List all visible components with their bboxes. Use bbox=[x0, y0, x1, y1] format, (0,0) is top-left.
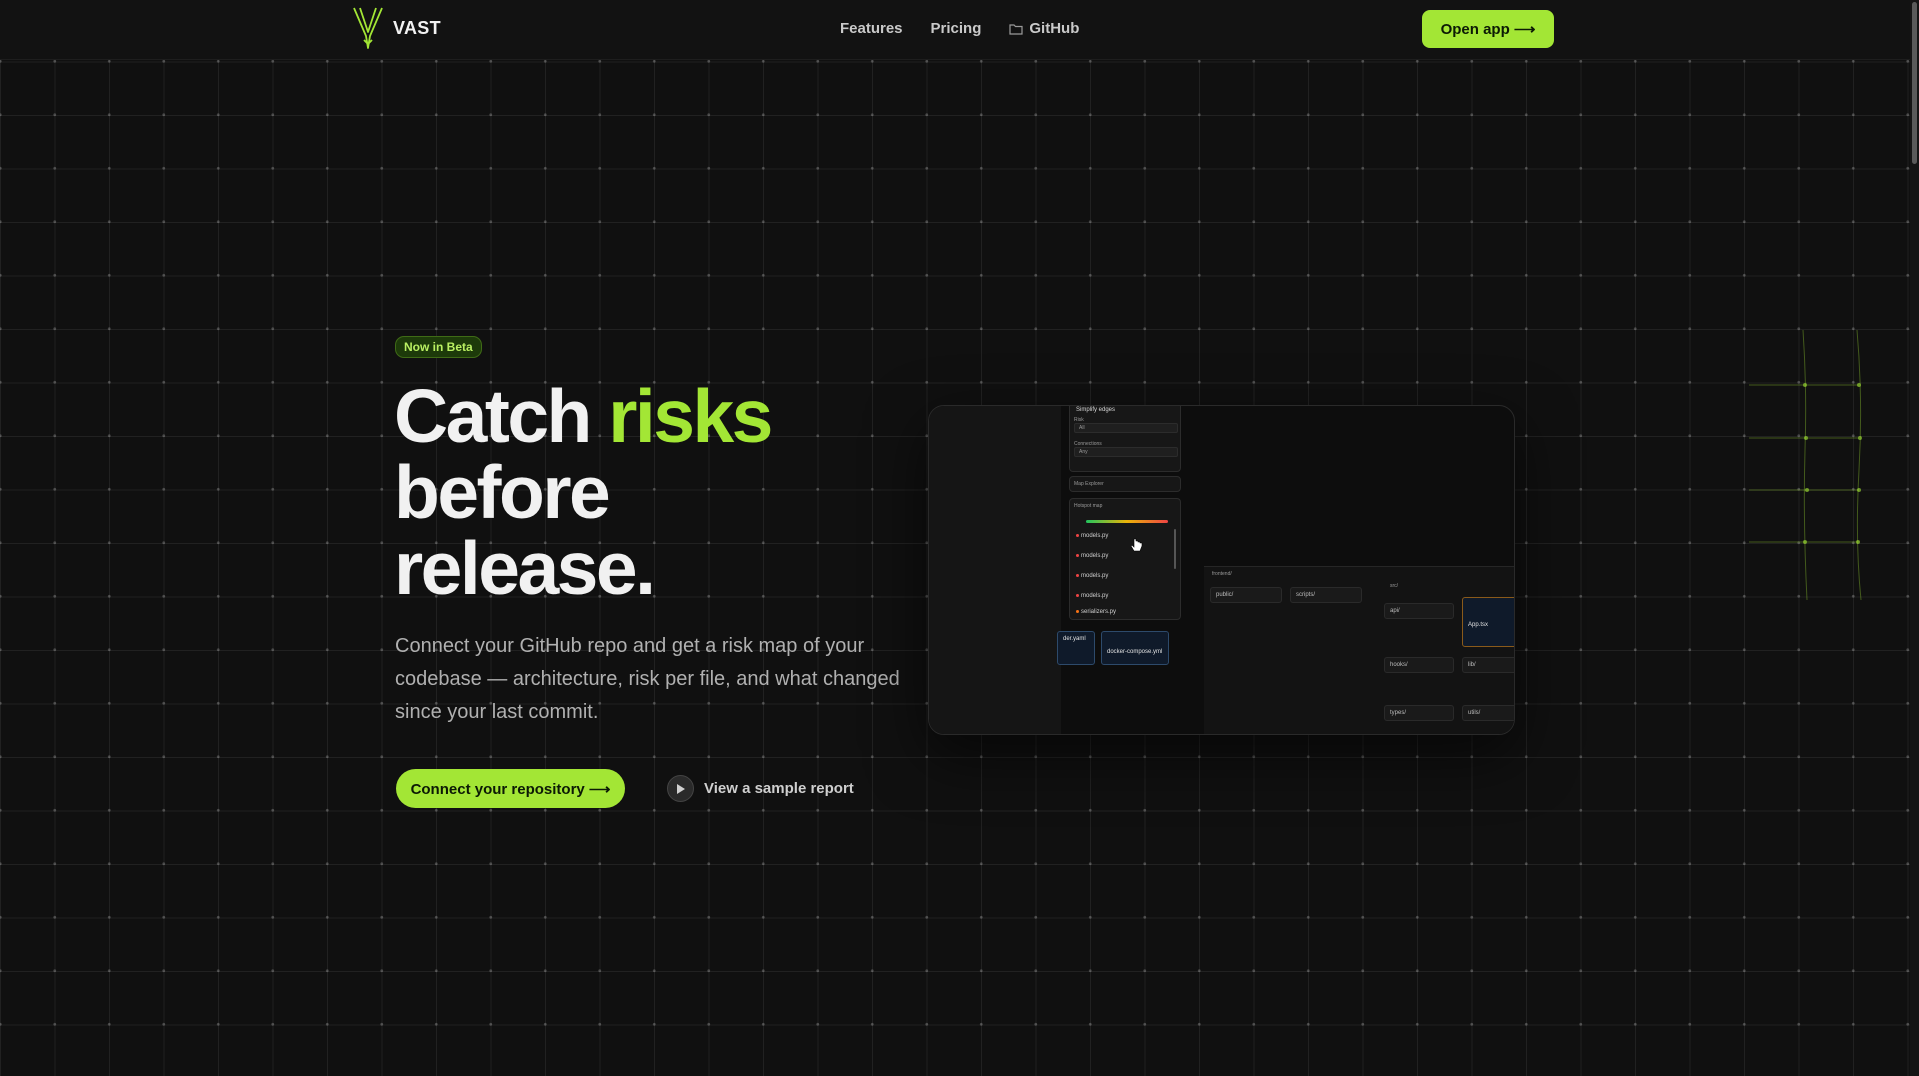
view-sample-report-link[interactable]: View a sample report bbox=[667, 775, 854, 802]
page-scrollbar[interactable] bbox=[1910, 0, 1919, 1076]
hotspot-scrollbar[interactable] bbox=[1174, 529, 1176, 569]
nav-link-pricing[interactable]: Pricing bbox=[931, 20, 982, 37]
folder-icon bbox=[1009, 23, 1023, 35]
headline-accent: risks bbox=[608, 374, 773, 458]
hero-subtext: Connect your GitHub repo and get a risk … bbox=[395, 635, 900, 723]
risk-select[interactable]: All bbox=[1074, 423, 1178, 433]
tree-area: frontend/ public/ scripts/ src/ api/ App… bbox=[1204, 566, 1514, 734]
folder-node[interactable]: scripts/ bbox=[1290, 587, 1362, 603]
folder-node[interactable]: utils/ bbox=[1462, 705, 1514, 721]
headline-part-2: before bbox=[394, 450, 611, 534]
folder-node[interactable]: public/ bbox=[1210, 587, 1282, 603]
hotspot-map-panel: Hotspot map models.py models.py models.p… bbox=[1069, 498, 1181, 620]
hero-headline: Catch risks before release. bbox=[394, 378, 773, 606]
preview-side-panel bbox=[929, 406, 1061, 734]
headline-part-1: Catch bbox=[394, 374, 609, 458]
hotspot-file[interactable]: models.py bbox=[1076, 593, 1108, 599]
hotspot-file[interactable]: models.py bbox=[1076, 553, 1108, 559]
tree-src: src/ bbox=[1390, 583, 1399, 589]
simplify-label: Simplify edges bbox=[1076, 407, 1116, 413]
hotspot-file[interactable]: models.py bbox=[1076, 533, 1108, 539]
nav-link-features[interactable]: Features bbox=[840, 20, 903, 37]
file-node[interactable]: der.yaml bbox=[1057, 631, 1095, 665]
folder-node[interactable]: api/ bbox=[1384, 603, 1454, 619]
brand-name: VAST bbox=[393, 17, 441, 38]
nav-links: Features Pricing GitHub bbox=[840, 20, 1079, 37]
hotspot-file[interactable]: serializers.py bbox=[1076, 609, 1116, 615]
file-node[interactable]: docker-compose.yml bbox=[1101, 631, 1169, 665]
nav-link-github-label: GitHub bbox=[1029, 20, 1080, 37]
brand[interactable]: VAST bbox=[352, 6, 441, 50]
glow-decoration bbox=[1749, 329, 1862, 601]
connections-select[interactable]: Any bbox=[1074, 447, 1178, 457]
logo-icon bbox=[353, 7, 383, 49]
product-preview: Simplify edges Risk All Connections Any … bbox=[928, 405, 1515, 735]
view-sample-report-label: View a sample report bbox=[704, 780, 854, 797]
top-nav: VAST Features Pricing GitHub Open app ⟶ bbox=[0, 0, 1910, 60]
map-explorer-panel[interactable]: Map Explorer bbox=[1069, 476, 1181, 492]
scrollbar-thumb[interactable] bbox=[1912, 2, 1917, 164]
beta-badge: Now in Beta bbox=[395, 336, 482, 358]
connect-repository-button[interactable]: Connect your repository ⟶ bbox=[396, 769, 625, 808]
open-app-button[interactable]: Open app ⟶ bbox=[1422, 10, 1554, 48]
play-icon bbox=[667, 775, 694, 802]
headline-part-3: release. bbox=[394, 526, 656, 610]
hotspot-file[interactable]: models.py bbox=[1076, 573, 1108, 579]
filter-panel: Simplify edges Risk All Connections Any bbox=[1069, 406, 1181, 472]
risk-gradient-bar bbox=[1086, 520, 1168, 523]
folder-node[interactable]: types/ bbox=[1384, 705, 1454, 721]
nav-link-github[interactable]: GitHub bbox=[1009, 20, 1079, 37]
file-node[interactable]: App.tsx bbox=[1462, 597, 1514, 647]
folder-node[interactable]: hooks/ bbox=[1384, 657, 1454, 673]
tree-frontend: frontend/ bbox=[1212, 571, 1232, 577]
cursor-icon bbox=[1131, 538, 1143, 552]
folder-node[interactable]: lib/ bbox=[1462, 657, 1514, 673]
